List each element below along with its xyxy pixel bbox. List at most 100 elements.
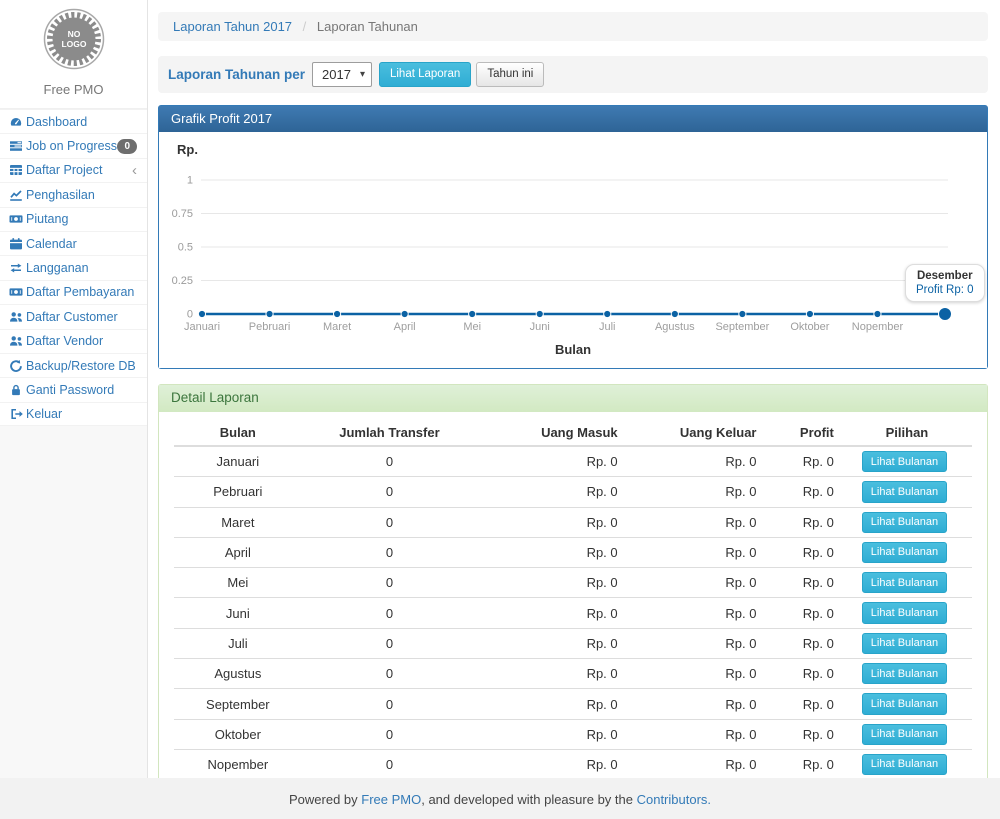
sidebar-item-backup-restore-db[interactable]: Backup/Restore DB <box>0 353 147 377</box>
sidebar-item-penghasilan[interactable]: Penghasilan <box>0 182 147 206</box>
svg-text:Nopember: Nopember <box>852 321 904 333</box>
table-row: Agustus0Rp. 0Rp. 0Rp. 0Lihat Bulanan <box>174 659 972 689</box>
cell-uang-masuk: Rp. 0 <box>477 749 625 779</box>
lihat-bulanan-button[interactable]: Lihat Bulanan <box>862 512 947 533</box>
breadcrumb-link[interactable]: Laporan Tahun 2017 <box>173 19 292 34</box>
cell-uang-masuk: Rp. 0 <box>477 719 625 749</box>
cell-profit: Rp. 0 <box>764 749 841 779</box>
data-point-pebruari[interactable] <box>266 310 273 317</box>
chart-x-axis-label: Bulan <box>175 342 971 358</box>
sidebar-header: NO LOGO Free PMO <box>0 0 147 109</box>
sidebar-item-label: Ganti Password <box>26 383 137 397</box>
chart-panel-title: Grafik Profit 2017 <box>159 106 987 132</box>
sidebar-menu: Dashboard Job on Progress0Daftar Project‹… <box>0 109 147 426</box>
cell-uang-keluar: Rp. 0 <box>626 507 765 537</box>
lihat-bulanan-button[interactable]: Lihat Bulanan <box>862 451 947 472</box>
sidebar-item-calendar[interactable]: Calendar <box>0 231 147 255</box>
svg-text:0: 0 <box>187 309 193 321</box>
sidebar-item-label: Daftar Vendor <box>26 334 137 348</box>
sidebar-item-keluar[interactable]: Keluar <box>0 402 147 426</box>
cell-jumlah-transfer: 0 <box>302 628 478 658</box>
cell-pilihan: Lihat Bulanan <box>842 446 972 477</box>
data-point-agustus[interactable] <box>671 310 678 317</box>
cell-jumlah-transfer: 0 <box>302 568 478 598</box>
lihat-bulanan-button[interactable]: Lihat Bulanan <box>862 602 947 623</box>
lihat-bulanan-button[interactable]: Lihat Bulanan <box>862 724 947 745</box>
sidebar-item-label: Dashboard <box>26 115 137 129</box>
cell-uang-keluar: Rp. 0 <box>626 568 765 598</box>
data-point-april[interactable] <box>401 310 408 317</box>
refresh-icon <box>9 359 26 373</box>
lihat-laporan-button[interactable]: Lihat Laporan <box>379 62 471 87</box>
data-point-desember[interactable] <box>939 308 952 321</box>
cell-bulan: Oktober <box>174 719 302 749</box>
data-point-mei[interactable] <box>469 310 476 317</box>
lihat-bulanan-button[interactable]: Lihat Bulanan <box>862 572 947 593</box>
cell-pilihan: Lihat Bulanan <box>842 689 972 719</box>
chart-y-axis-label: Rp. <box>177 142 971 160</box>
sidebar-item-ganti-password[interactable]: Ganti Password <box>0 377 147 401</box>
data-point-maret[interactable] <box>333 310 340 317</box>
table-row: Juni0Rp. 0Rp. 0Rp. 0Lihat Bulanan <box>174 598 972 628</box>
table-row: Pebruari0Rp. 0Rp. 0Rp. 0Lihat Bulanan <box>174 477 972 507</box>
table-row: April0Rp. 0Rp. 0Rp. 0Lihat Bulanan <box>174 537 972 567</box>
sidebar-item-label: Calendar <box>26 237 137 251</box>
sidebar-item-daftar-pembayaran[interactable]: Daftar Pembayaran <box>0 280 147 304</box>
footer-text-middle: , and developed with pleasure by the <box>421 792 636 807</box>
sidebar-item-daftar-customer[interactable]: Daftar Customer <box>0 304 147 328</box>
data-point-juni[interactable] <box>536 310 543 317</box>
footer-link-freepmo[interactable]: Free PMO <box>361 792 421 807</box>
retweet-icon <box>9 261 26 275</box>
lihat-bulanan-button[interactable]: Lihat Bulanan <box>862 663 947 684</box>
svg-text:0.75: 0.75 <box>172 208 193 220</box>
cell-profit: Rp. 0 <box>764 537 841 567</box>
cell-uang-masuk: Rp. 0 <box>477 598 625 628</box>
cell-bulan: Maret <box>174 507 302 537</box>
year-select[interactable]: 2017 ▾ <box>312 62 372 87</box>
sidebar-item-daftar-vendor[interactable]: Daftar Vendor <box>0 329 147 353</box>
data-point-nopember[interactable] <box>874 310 881 317</box>
data-point-oktober[interactable] <box>806 310 813 317</box>
cell-jumlah-transfer: 0 <box>302 749 478 779</box>
cell-uang-masuk: Rp. 0 <box>477 477 625 507</box>
lihat-bulanan-button[interactable]: Lihat Bulanan <box>862 754 947 775</box>
cell-uang-keluar: Rp. 0 <box>626 537 765 567</box>
cell-pilihan: Lihat Bulanan <box>842 659 972 689</box>
sidebar-item-piutang[interactable]: Piutang <box>0 207 147 231</box>
column-header-jumlah-transfer: Jumlah Transfer <box>302 420 478 446</box>
page-footer: Powered by Free PMO, and developed with … <box>0 778 1000 819</box>
cell-jumlah-transfer: 0 <box>302 719 478 749</box>
cell-pilihan: Lihat Bulanan <box>842 568 972 598</box>
sidebar-item-dashboard[interactable]: Dashboard <box>0 109 147 133</box>
cell-bulan: September <box>174 689 302 719</box>
cell-pilihan: Lihat Bulanan <box>842 477 972 507</box>
profit-line-chart[interactable]: 00.250.50.751JanuariPebruariMaretAprilMe… <box>175 164 971 336</box>
sidebar-item-job-on-progress[interactable]: Job on Progress0 <box>0 133 147 157</box>
cell-bulan: April <box>174 537 302 567</box>
lihat-bulanan-button[interactable]: Lihat Bulanan <box>862 633 947 654</box>
data-point-september[interactable] <box>739 310 746 317</box>
cell-bulan: Juli <box>174 628 302 658</box>
data-point-januari[interactable] <box>198 310 205 317</box>
data-point-juli[interactable] <box>604 310 611 317</box>
cell-pilihan: Lihat Bulanan <box>842 598 972 628</box>
lihat-bulanan-button[interactable]: Lihat Bulanan <box>862 481 947 502</box>
tasks-icon <box>9 139 26 153</box>
cell-bulan: Januari <box>174 446 302 477</box>
footer-link-contributors[interactable]: Contributors. <box>637 792 711 807</box>
sidebar-item-langganan[interactable]: Langganan <box>0 255 147 279</box>
lock-icon <box>9 383 26 397</box>
cell-uang-keluar: Rp. 0 <box>626 598 765 628</box>
detail-panel-title: Detail Laporan <box>159 385 987 412</box>
table-icon <box>9 163 26 177</box>
cell-profit: Rp. 0 <box>764 689 841 719</box>
cell-bulan: Pebruari <box>174 477 302 507</box>
cell-pilihan: Lihat Bulanan <box>842 719 972 749</box>
year-select-value: 2017 <box>322 67 351 82</box>
tahun-ini-button[interactable]: Tahun ini <box>476 62 544 87</box>
lihat-bulanan-button[interactable]: Lihat Bulanan <box>862 542 947 563</box>
filter-label: Laporan Tahunan per <box>168 67 305 82</box>
lihat-bulanan-button[interactable]: Lihat Bulanan <box>862 693 947 714</box>
sidebar-item-daftar-project[interactable]: Daftar Project‹ <box>0 158 147 182</box>
detail-table: BulanJumlah TransferUang MasukUang Kelua… <box>174 420 972 819</box>
